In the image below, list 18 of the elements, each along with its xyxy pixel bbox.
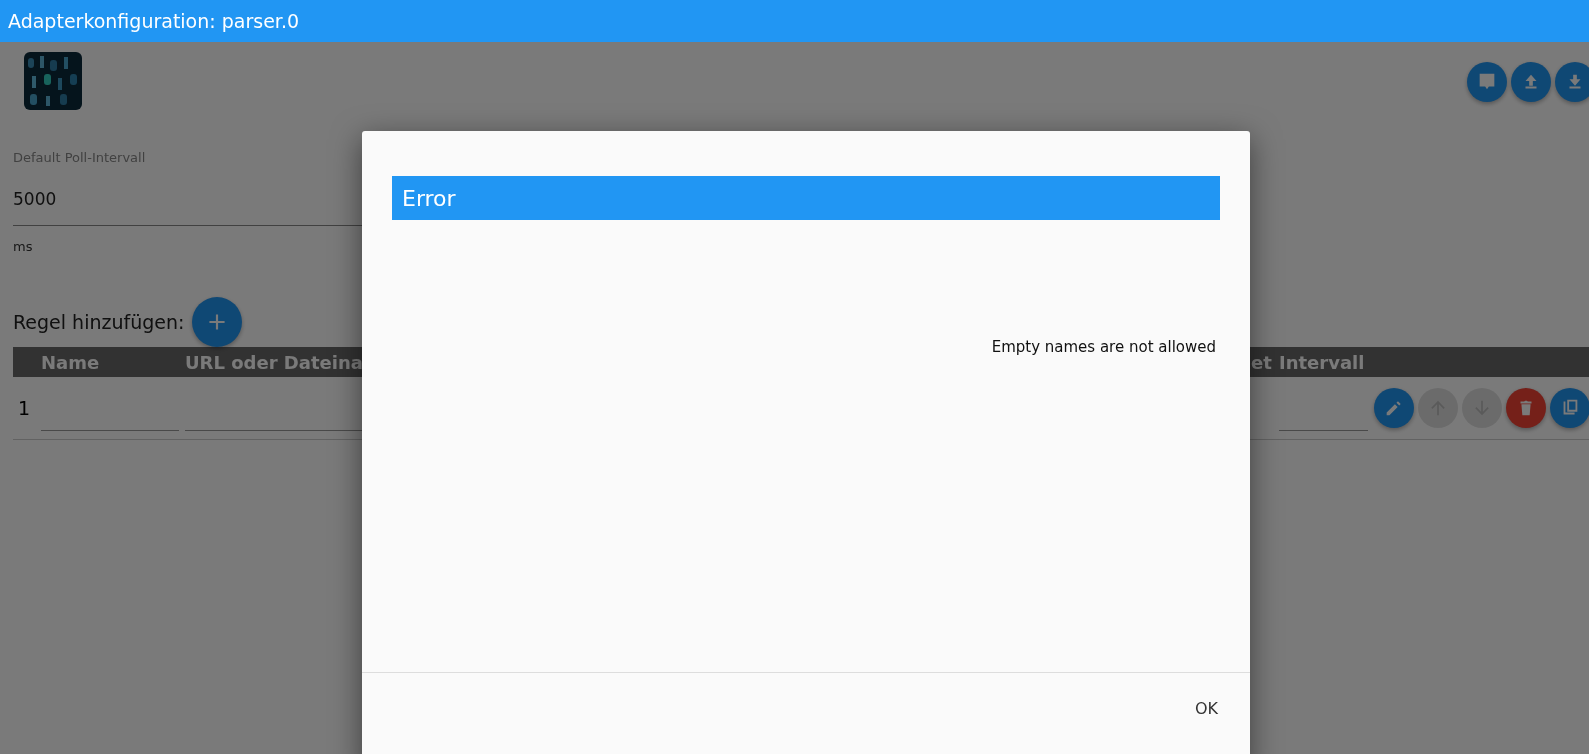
download-button[interactable] bbox=[1555, 62, 1589, 102]
upload-button[interactable] bbox=[1511, 62, 1551, 102]
ok-button[interactable]: OK bbox=[1188, 695, 1224, 722]
column-header: URL oder Dateina bbox=[185, 351, 363, 373]
error-message: Empty names are not allowed bbox=[991, 338, 1216, 356]
column-header: et bbox=[1251, 351, 1272, 373]
add-rule-label: Regel hinzufügen: bbox=[13, 311, 185, 333]
delete-button[interactable] bbox=[1506, 388, 1546, 428]
unit-text: ms bbox=[13, 239, 34, 254]
column-header: Name bbox=[41, 351, 100, 373]
add-button[interactable] bbox=[192, 297, 243, 347]
help-button[interactable] bbox=[1467, 62, 1507, 102]
edit-button[interactable] bbox=[1374, 388, 1414, 428]
copy-button[interactable] bbox=[1550, 388, 1589, 428]
column-header: Intervall bbox=[1279, 351, 1365, 373]
field-label: Default Poll-Intervall bbox=[13, 150, 147, 165]
page-title: Adapterkonfiguration: parser.0 bbox=[8, 10, 300, 32]
row-number: 1 bbox=[18, 397, 31, 419]
